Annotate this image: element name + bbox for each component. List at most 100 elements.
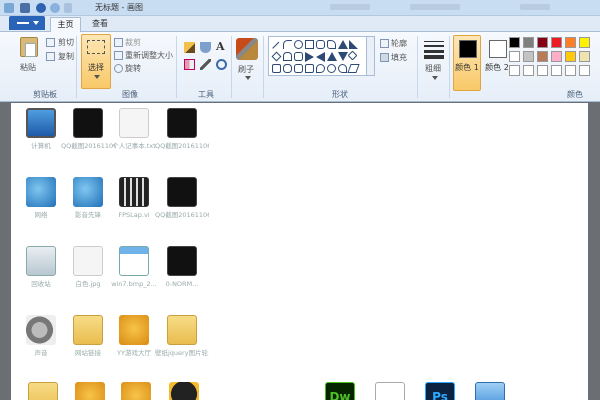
triangle-shape-icon[interactable] — [338, 40, 348, 49]
color-swatch[interactable] — [509, 65, 520, 76]
desktop-icon[interactable]: 个人记事本.txt — [107, 108, 161, 150]
color-1-button[interactable]: 颜色 1 — [453, 35, 481, 91]
paste-icon[interactable] — [20, 37, 38, 57]
color-swatch[interactable] — [565, 65, 576, 76]
lightning-shape-icon[interactable] — [347, 64, 360, 73]
text-tool-icon[interactable]: A — [216, 41, 227, 52]
quick-access-dropdown-icon[interactable] — [64, 3, 72, 13]
shapes-gallery[interactable] — [268, 36, 367, 76]
cut-button[interactable]: 剪切 — [58, 37, 74, 48]
desktop-icon[interactable]: win7.bmp_2... — [107, 246, 161, 288]
color-swatch[interactable] — [579, 37, 590, 48]
rounded-rectangle-shape-icon[interactable] — [316, 40, 325, 49]
desktop-icon[interactable]: QQ截图20161106... — [155, 108, 209, 150]
desktop-icon[interactable] — [463, 382, 517, 400]
undo-icon[interactable] — [36, 3, 46, 13]
callout-cloud-shape-icon[interactable] — [327, 64, 336, 73]
copy-icon[interactable] — [46, 52, 55, 61]
color-swatch[interactable] — [523, 65, 534, 76]
magnifier-icon[interactable] — [216, 59, 227, 70]
color-swatch[interactable] — [551, 65, 562, 76]
outline-icon[interactable] — [380, 39, 389, 48]
crop-icon[interactable] — [114, 38, 123, 47]
brushes-button[interactable]: 刷子 — [238, 64, 254, 75]
color-swatch[interactable] — [509, 37, 520, 48]
fill-bucket-icon[interactable] — [200, 42, 211, 53]
tab-home[interactable]: 主页 — [50, 17, 81, 32]
star-shape-icon[interactable] — [347, 50, 358, 61]
desktop-icon[interactable]: Ps — [413, 382, 467, 400]
chevron-down-icon[interactable] — [432, 76, 438, 80]
color-swatch[interactable] — [551, 51, 562, 62]
four-point-star-shape-icon[interactable] — [272, 64, 281, 73]
drawing-canvas[interactable]: 计算机QQ截图20161106...个人记事本.txtQQ截图20161106.… — [11, 103, 588, 400]
oval-shape-icon[interactable] — [294, 40, 303, 49]
desktop-icon[interactable] — [363, 382, 417, 400]
brushes-icon[interactable] — [236, 38, 258, 60]
color-swatch[interactable] — [523, 51, 534, 62]
color-2-button[interactable]: 颜色 2 — [483, 35, 511, 91]
select-button[interactable]: 选择 — [81, 34, 111, 89]
copy-button[interactable]: 复制 — [58, 51, 74, 62]
crop-button[interactable]: 裁剪 — [125, 37, 141, 48]
desktop-icon[interactable]: Dw — [313, 382, 367, 400]
desktop-icon[interactable]: 壁纸jquery图片轮... — [155, 315, 209, 357]
desktop-icon[interactable]: 0-NORM... — [155, 246, 209, 288]
color-swatch[interactable] — [537, 65, 548, 76]
rectangle-shape-icon[interactable] — [305, 40, 314, 49]
five-point-star-shape-icon[interactable] — [283, 64, 292, 73]
outline-dropdown[interactable]: 轮廓 — [391, 38, 407, 49]
eraser-icon[interactable] — [184, 59, 195, 70]
pentagon-shape-icon[interactable] — [283, 52, 292, 61]
desktop-icon[interactable]: 回收站 — [14, 246, 68, 288]
line-width-icon[interactable] — [424, 39, 444, 59]
fill-dropdown[interactable]: 填充 — [391, 52, 407, 63]
chevron-down-icon[interactable] — [245, 76, 251, 80]
desktop-icon[interactable]: 网络 — [14, 177, 68, 219]
callout-oval-shape-icon[interactable] — [316, 64, 325, 73]
right-triangle-shape-icon[interactable] — [349, 40, 358, 49]
six-point-star-shape-icon[interactable] — [294, 64, 303, 73]
heart-shape-icon[interactable] — [338, 64, 347, 73]
color-swatch[interactable] — [537, 51, 548, 62]
up-arrow-shape-icon[interactable] — [327, 52, 337, 61]
desktop-icon[interactable] — [109, 382, 163, 400]
color-swatch[interactable] — [579, 65, 590, 76]
color-swatch[interactable] — [565, 51, 576, 62]
curve-shape-icon[interactable] — [283, 40, 292, 49]
callout-rect-shape-icon[interactable] — [305, 64, 314, 73]
fill-icon[interactable] — [380, 53, 389, 62]
desktop-icon[interactable]: QQ截图20161106... — [155, 177, 209, 219]
polygon-shape-icon[interactable] — [327, 40, 336, 49]
desktop-icon[interactable] — [16, 382, 70, 400]
left-arrow-shape-icon[interactable] — [316, 52, 325, 62]
paste-label[interactable]: 粘贴 — [20, 62, 36, 73]
color-picker-icon[interactable] — [200, 59, 211, 70]
color-swatch[interactable] — [523, 37, 534, 48]
desktop-icon[interactable]: 声音 — [14, 315, 68, 357]
color-swatch[interactable] — [509, 51, 520, 62]
color-swatch[interactable] — [551, 37, 562, 48]
cut-icon[interactable] — [46, 38, 55, 47]
color-swatch[interactable] — [537, 37, 548, 48]
redo-icon[interactable] — [50, 3, 60, 13]
right-arrow-shape-icon[interactable] — [305, 52, 314, 62]
hexagon-shape-icon[interactable] — [294, 52, 303, 61]
tab-view[interactable]: 查看 — [86, 17, 114, 32]
color-swatch[interactable] — [565, 37, 576, 48]
shapes-gallery-scroll[interactable] — [367, 36, 375, 76]
resize-icon[interactable] — [114, 51, 123, 60]
desktop-icon[interactable]: 计算机 — [14, 108, 68, 150]
paint-app-icon[interactable] — [4, 3, 14, 13]
desktop-icon[interactable]: YY游戏大厅 — [107, 315, 161, 357]
down-arrow-shape-icon[interactable] — [338, 52, 348, 61]
save-icon[interactable] — [20, 3, 30, 13]
desktop-icon[interactable] — [157, 382, 211, 400]
size-button[interactable]: 粗细 — [425, 63, 441, 74]
resize-button[interactable]: 重新调整大小 — [125, 50, 173, 61]
file-menu-button[interactable] — [9, 16, 45, 30]
desktop-icon[interactable]: FPSLap.vi — [107, 177, 161, 219]
color-swatch[interactable] — [579, 51, 590, 62]
pencil-icon[interactable] — [184, 42, 195, 53]
rotate-icon[interactable] — [114, 64, 123, 73]
